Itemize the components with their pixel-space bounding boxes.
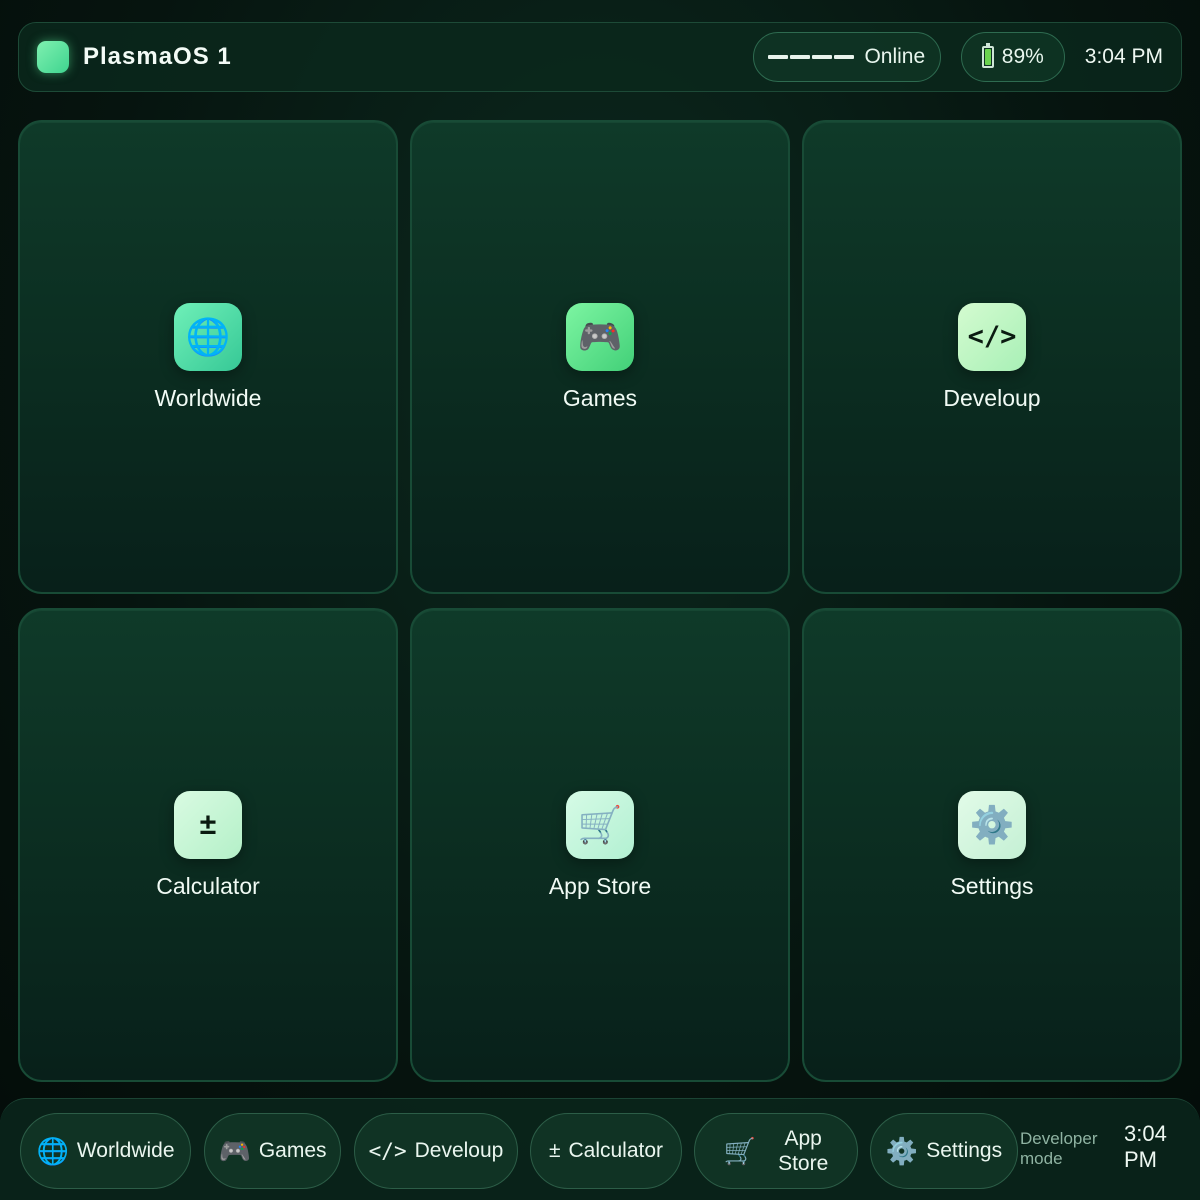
app-label: Worldwide [154, 384, 262, 411]
gamepad-icon: 🎮 [218, 1136, 251, 1166]
battery-icon [981, 43, 994, 68]
gamepad-icon: 🎮 [566, 302, 634, 371]
gear-icon: ⚙️ [885, 1136, 919, 1166]
shopping-cart-icon: 🛒 [723, 1136, 757, 1166]
app-grid: 🌐 Worldwide 🎮 Games </> Develoup ± Calcu… [18, 120, 1182, 1082]
battery-percent: 89% [1001, 45, 1044, 68]
top-bar: PlasmaOS 1 Online 89% 3:04 PM [18, 22, 1182, 92]
dock-item-app-store[interactable]: 🛒 App Store [694, 1113, 858, 1189]
network-status-pill[interactable]: Online [752, 32, 941, 82]
plus-minus-icon: ± [174, 790, 242, 859]
shopping-cart-icon: 🛒 [566, 790, 634, 859]
dock-item-label: Games [258, 1139, 327, 1162]
network-status-label: Online [864, 45, 926, 68]
dock-item-settings[interactable]: ⚙️ Settings [870, 1113, 1018, 1189]
app-tile-games[interactable]: 🎮 Games [410, 120, 790, 594]
dock-item-label: Settings [926, 1139, 1003, 1162]
dock-item-label: App Store [778, 1126, 828, 1176]
dock-item-games[interactable]: 🎮 Games [204, 1113, 341, 1189]
plasmaos-logo-icon [37, 41, 69, 73]
app-tile-develoup[interactable]: </> Develoup [802, 120, 1182, 594]
battery-pill[interactable]: 89% [960, 32, 1065, 82]
signal-bars-icon [768, 55, 855, 59]
dock-clock-ampm: PM [1124, 1147, 1157, 1172]
app-tile-worldwide[interactable]: 🌐 Worldwide [18, 120, 398, 594]
dock-item-label-line1: App [784, 1127, 822, 1150]
dock-item-calculator[interactable]: ± Calculator [530, 1113, 682, 1189]
dock-item-worldwide[interactable]: 🌐 Worldwide [20, 1113, 191, 1189]
app-label: Settings [950, 872, 1034, 899]
app-label: App Store [548, 872, 652, 899]
status-area: Online 89% 3:04 PM [752, 32, 1163, 82]
app-tile-app-store[interactable]: 🛒 App Store [410, 608, 790, 1082]
app-label: Develoup [943, 384, 1041, 411]
gear-icon: ⚙️ [958, 790, 1026, 859]
globe-icon: 🌐 [174, 302, 242, 371]
plus-minus-icon: ± [548, 1139, 561, 1162]
code-icon: </> [368, 1139, 407, 1163]
dock-item-label: Worldwide [76, 1139, 175, 1162]
app-label: Games [562, 384, 638, 411]
app-tile-calculator[interactable]: ± Calculator [18, 608, 398, 1082]
plus-minus-glyph: ± [199, 807, 217, 841]
app-tile-settings[interactable]: ⚙️ Settings [802, 608, 1182, 1082]
globe-icon: 🌐 [36, 1136, 69, 1166]
dock-clock: 3:04 PM [1124, 1121, 1194, 1173]
app-label: Calculator [156, 872, 260, 899]
dock-item-label: Calculator [568, 1139, 664, 1162]
top-clock: 3:04 PM [1084, 45, 1163, 68]
battery-fill [984, 48, 991, 65]
dock-item-label: Develoup [414, 1139, 504, 1162]
developer-mode-label: Developer mode [1020, 1129, 1098, 1168]
code-icon: </> [958, 302, 1026, 371]
dock: 🌐 Worldwide 🎮 Games </> Develoup ± Calcu… [0, 1098, 1200, 1200]
dock-item-develoup[interactable]: </> Develoup [354, 1113, 518, 1189]
dock-clock-time: 3:04 [1124, 1121, 1167, 1146]
code-glyph: </> [967, 321, 1017, 352]
dock-item-label-line2: Store [778, 1152, 829, 1175]
os-title: PlasmaOS 1 [83, 43, 232, 70]
